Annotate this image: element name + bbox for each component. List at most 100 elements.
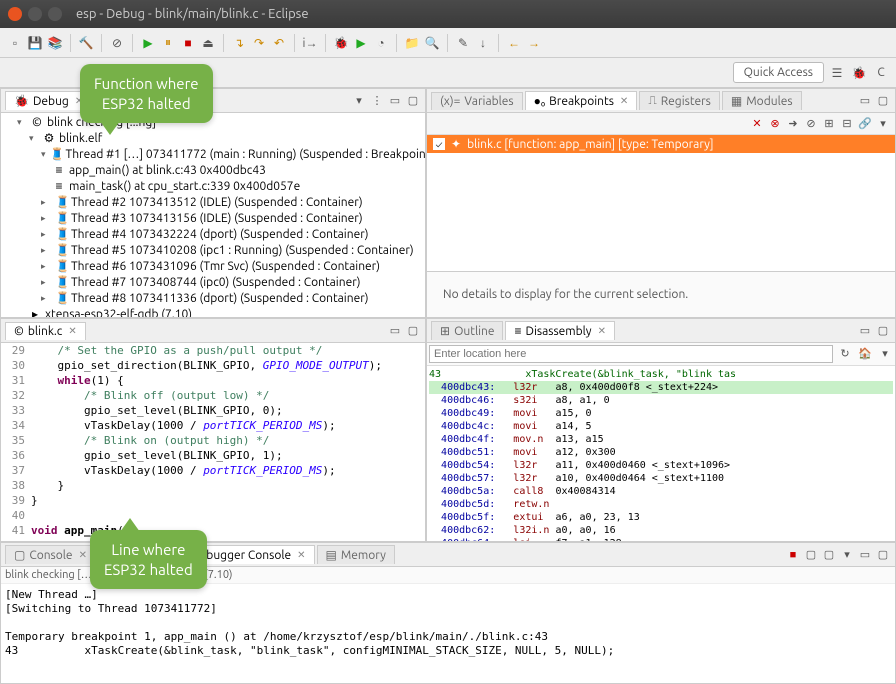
save-all-icon[interactable]: 📚 bbox=[46, 34, 64, 52]
main-toolbar: ▫ 💾 📚 🔨 ⊘ ▶ ⏸ ■ ⏏ ↴ ↷ ↶ i→ 🐞 ▶ ◔ 📁 🔍 ✎ ↓… bbox=[0, 28, 896, 58]
minimize-icon[interactable]: ▭ bbox=[857, 93, 873, 109]
breakpoint-row[interactable]: ✓ ✦ blink.c [function: app_main] [type: … bbox=[427, 135, 895, 153]
tab-console[interactable]: ▢Console✕ bbox=[5, 545, 96, 564]
quick-access-box[interactable]: Quick Access bbox=[733, 62, 824, 83]
expand-all-icon[interactable]: ⊞ bbox=[821, 116, 837, 132]
debug-launch-icon[interactable]: 🐞 bbox=[332, 34, 350, 52]
window-minimize-button[interactable] bbox=[28, 7, 42, 21]
tree-thread-1[interactable]: ▾🧵Thread #1 […] 073411772 (main : Runnin… bbox=[5, 146, 421, 162]
close-icon[interactable]: ✕ bbox=[68, 325, 76, 337]
code-editor[interactable]: 29 /* Set the GPIO as a push/pull output… bbox=[1, 343, 425, 541]
debug-dropdown-icon[interactable]: ▾ bbox=[351, 93, 367, 109]
back-icon[interactable]: ← bbox=[505, 34, 523, 52]
step-return-icon[interactable]: ↶ bbox=[270, 34, 288, 52]
window-maximize-button[interactable] bbox=[48, 7, 62, 21]
run-launch-icon[interactable]: ▶ bbox=[352, 34, 370, 52]
pin-icon[interactable]: ▢ bbox=[803, 547, 819, 563]
minimize-icon[interactable]: ▭ bbox=[387, 323, 403, 339]
next-annotation-icon[interactable]: ↓ bbox=[474, 34, 492, 52]
view-menu-icon[interactable]: ▾ bbox=[877, 345, 893, 361]
minimize-icon[interactable]: ▭ bbox=[857, 547, 873, 563]
tree-thread-3[interactable]: ▸🧵Thread #3 1073413156 (IDLE) (Suspended… bbox=[5, 210, 421, 226]
tree-frame-1[interactable]: ≡main_task() at cpu_start.c:339 0x400d05… bbox=[5, 178, 421, 194]
tree-thread-8[interactable]: ▸🧵Thread #8 1073411336 (dport) (Suspende… bbox=[5, 290, 421, 306]
perspective-c-icon[interactable]: C bbox=[872, 64, 890, 82]
tree-thread-5[interactable]: ▸🧵Thread #5 1073410208 (ipc1 : Running) … bbox=[5, 242, 421, 258]
bp-label: blink.c [function: app_main] [type: Temp… bbox=[467, 138, 713, 151]
open-type-icon[interactable]: 📁 bbox=[403, 34, 421, 52]
skip-all-icon[interactable]: ⊘ bbox=[803, 116, 819, 132]
disconnect-icon[interactable]: ⏏ bbox=[199, 34, 217, 52]
bp-checkbox[interactable]: ✓ bbox=[433, 138, 445, 150]
link-icon[interactable]: 🔗 bbox=[857, 116, 873, 132]
collapse-all-icon[interactable]: ⊟ bbox=[839, 116, 855, 132]
instruction-stepping-icon[interactable]: i→ bbox=[301, 34, 319, 52]
display-icon[interactable]: ▢ bbox=[821, 547, 837, 563]
tab-variables[interactable]: (x)=Variables bbox=[431, 92, 523, 110]
tree-elf[interactable]: ▾⚙blink.elf bbox=[5, 130, 421, 146]
c-file-icon: © bbox=[14, 325, 24, 338]
tree-frame-0[interactable]: ≡app_main() at blink.c:43 0x400dbc43 bbox=[5, 162, 421, 178]
tree-gdb[interactable]: ▸xtensa-esp32-elf-gdb (7.10) bbox=[5, 306, 421, 317]
disassembly-view: ⊞Outline ≡Disassembly✕ ▭ ▢ ↻ 🏠 ▾ 43 xTas… bbox=[426, 318, 896, 542]
close-icon[interactable]: ✕ bbox=[297, 549, 305, 561]
step-over-icon[interactable]: ↷ bbox=[250, 34, 268, 52]
remove-bp-icon[interactable]: ✕ bbox=[749, 116, 765, 132]
view-menu-icon[interactable]: ▾ bbox=[875, 116, 891, 132]
window-title: esp - Debug - blink/main/blink.c - Eclip… bbox=[76, 7, 309, 21]
refresh-icon[interactable]: ↻ bbox=[837, 345, 853, 361]
disasm-location-input[interactable] bbox=[429, 345, 833, 363]
view-menu-icon[interactable]: ⋮ bbox=[369, 93, 385, 109]
close-icon[interactable]: ✕ bbox=[598, 325, 606, 337]
disassembly-listing[interactable]: 43 xTaskCreate(&blink_task, "blink tas 4… bbox=[427, 366, 895, 541]
suspend-icon[interactable]: ⏸ bbox=[159, 34, 177, 52]
remove-all-bp-icon[interactable]: ⊗ bbox=[767, 116, 783, 132]
clear-icon[interactable]: ■ bbox=[785, 547, 801, 563]
tree-launch[interactable]: ▾©blink checking [...ng] bbox=[5, 115, 421, 130]
maximize-icon[interactable]: ▢ bbox=[405, 323, 421, 339]
maximize-icon[interactable]: ▢ bbox=[875, 547, 891, 563]
close-icon[interactable]: ✕ bbox=[620, 95, 628, 107]
build-icon[interactable]: 🔨 bbox=[77, 34, 95, 52]
tab-blink-c[interactable]: © blink.c ✕ bbox=[5, 322, 86, 340]
debug-tab-icon: 🐞 bbox=[14, 94, 29, 108]
new-icon[interactable]: ▫ bbox=[6, 34, 24, 52]
tab-modules[interactable]: ▦Modules bbox=[722, 91, 802, 110]
minimize-icon[interactable]: ▭ bbox=[387, 93, 403, 109]
debug-view: 🐞 Debug ✕ ▾ ⋮ ▭ ▢ ▾©blink checking [...n… bbox=[0, 88, 426, 318]
tab-memory[interactable]: ▤Memory bbox=[317, 545, 395, 564]
perspective-resource-icon[interactable]: ☰ bbox=[828, 64, 846, 82]
toggle-mark-icon[interactable]: ✎ bbox=[454, 34, 472, 52]
window-close-button[interactable] bbox=[8, 7, 22, 21]
bp-detail-message: No details to display for the current se… bbox=[435, 280, 887, 309]
tree-thread-6[interactable]: ▸🧵Thread #6 1073431096 (Tmr Svc) (Suspen… bbox=[5, 258, 421, 274]
tree-thread-4[interactable]: ▸🧵Thread #4 1073432224 (dport) (Suspende… bbox=[5, 226, 421, 242]
tab-outline[interactable]: ⊞Outline bbox=[431, 321, 503, 340]
goto-file-icon[interactable]: ➜ bbox=[785, 116, 801, 132]
terminate-icon[interactable]: ■ bbox=[179, 34, 197, 52]
maximize-icon[interactable]: ▢ bbox=[875, 323, 891, 339]
tree-thread-7[interactable]: ▸🧵Thread #7 1073408744 (ipc0) (Suspended… bbox=[5, 274, 421, 290]
profile-icon[interactable]: ◔ bbox=[372, 34, 390, 52]
tab-disassembly[interactable]: ≡Disassembly✕ bbox=[505, 321, 615, 340]
forward-icon[interactable]: → bbox=[525, 34, 543, 52]
debug-tree[interactable]: ▾©blink checking [...ng] ▾⚙blink.elf ▾🧵T… bbox=[1, 113, 425, 317]
close-icon[interactable]: ✕ bbox=[79, 549, 87, 561]
view-menu-icon[interactable]: ▾ bbox=[839, 547, 855, 563]
step-into-icon[interactable]: ↴ bbox=[230, 34, 248, 52]
maximize-icon[interactable]: ▢ bbox=[875, 93, 891, 109]
tab-registers[interactable]: ⎍Registers bbox=[639, 91, 720, 110]
home-icon[interactable]: 🏠 bbox=[857, 345, 873, 361]
search-icon[interactable]: 🔍 bbox=[423, 34, 441, 52]
skip-bp-icon[interactable]: ⊘ bbox=[108, 34, 126, 52]
tab-debug-label: Debug bbox=[33, 95, 69, 108]
resume-icon[interactable]: ▶ bbox=[139, 34, 157, 52]
minimize-icon[interactable]: ▭ bbox=[857, 323, 873, 339]
save-icon[interactable]: 💾 bbox=[26, 34, 44, 52]
tree-thread-2[interactable]: ▸🧵Thread #2 1073413512 (IDLE) (Suspended… bbox=[5, 194, 421, 210]
console-output[interactable]: [New Thread …] [Switching to Thread 1073… bbox=[1, 584, 895, 683]
perspective-debug-icon[interactable]: 🐞 bbox=[850, 64, 868, 82]
breakpoints-view: (x)=Variables ●₀Breakpoints✕ ⎍Registers … bbox=[426, 88, 896, 318]
maximize-icon[interactable]: ▢ bbox=[405, 93, 421, 109]
tab-breakpoints[interactable]: ●₀Breakpoints✕ bbox=[525, 91, 638, 110]
